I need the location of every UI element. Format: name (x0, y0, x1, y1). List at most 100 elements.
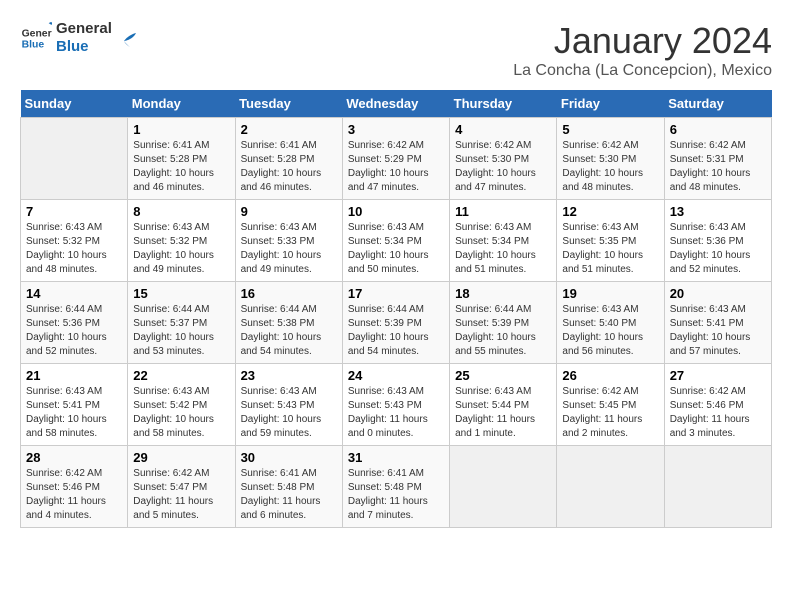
day-info: Sunrise: 6:41 AMSunset: 5:48 PMDaylight:… (348, 467, 444, 523)
calendar-cell: 12Sunrise: 6:43 AMSunset: 5:35 PMDayligh… (557, 200, 664, 282)
calendar-cell: 11Sunrise: 6:43 AMSunset: 5:34 PMDayligh… (450, 200, 557, 282)
header-monday: Monday (128, 90, 235, 118)
logo: General Blue General Blue (20, 20, 138, 56)
header-wednesday: Wednesday (342, 90, 449, 118)
page-header: General Blue General Blue January 2024 L… (20, 20, 772, 80)
day-info: Sunrise: 6:42 AMSunset: 5:30 PMDaylight:… (562, 139, 658, 195)
day-info: Sunrise: 6:44 AMSunset: 5:38 PMDaylight:… (241, 303, 337, 359)
calendar-cell: 21 Sunrise: 6:43 AMSunset: 5:41 PMDayligh… (21, 364, 128, 446)
calendar-cell: 24 Sunrise: 6:43 AMSunset: 5:43 PMDayligh… (342, 364, 449, 446)
calendar-cell: 14Sunrise: 6:44 AMSunset: 5:36 PMDayligh… (21, 282, 128, 364)
day-number: 20 (670, 286, 766, 301)
calendar-cell: 3 Sunrise: 6:42 AMSunset: 5:29 PMDaylight… (342, 118, 449, 200)
calendar-cell: 20Sunrise: 6:43 AMSunset: 5:41 PMDayligh… (664, 282, 771, 364)
day-info: Sunrise: 6:42 AMSunset: 5:30 PMDaylight:… (455, 139, 551, 195)
day-number: 23 (241, 368, 337, 383)
calendar-cell: 23 Sunrise: 6:43 AMSunset: 5:43 PMDayligh… (235, 364, 342, 446)
day-info: Sunrise: 6:44 AMSunset: 5:39 PMDaylight:… (455, 303, 551, 359)
header-friday: Friday (557, 90, 664, 118)
day-info: Sunrise: 6:41 AMSunset: 5:28 PMDaylight:… (241, 139, 337, 195)
logo-general: General (56, 20, 112, 38)
calendar-cell: 18Sunrise: 6:44 AMSunset: 5:39 PMDayligh… (450, 282, 557, 364)
calendar-cell: 17 Sunrise: 6:44 AMSunset: 5:39 PMDayligh… (342, 282, 449, 364)
day-number: 16 (241, 286, 337, 301)
day-info: Sunrise: 6:42 AMSunset: 5:46 PMDaylight:… (670, 385, 766, 441)
svg-text:General: General (22, 28, 52, 39)
day-info: Sunrise: 6:42 AMSunset: 5:31 PMDaylight:… (670, 139, 766, 195)
day-info: Sunrise: 6:43 AMSunset: 5:33 PMDaylight:… (241, 221, 337, 277)
day-number: 24 (348, 368, 444, 383)
calendar-cell: 26 Sunrise: 6:42 AMSunset: 5:45 PMDayligh… (557, 364, 664, 446)
day-info: Sunrise: 6:43 AMSunset: 5:35 PMDaylight:… (562, 221, 658, 277)
calendar-week-row: 21 Sunrise: 6:43 AMSunset: 5:41 PMDayligh… (21, 364, 772, 446)
calendar-header-row: Sunday Monday Tuesday Wednesday Thursday… (21, 90, 772, 118)
day-number: 9 (241, 204, 337, 219)
calendar-cell: 1 Sunrise: 6:41 AMSunset: 5:28 PMDaylight… (128, 118, 235, 200)
day-info: Sunrise: 6:43 AMSunset: 5:43 PMDaylight:… (241, 385, 337, 441)
day-number: 29 (133, 450, 229, 465)
day-info: Sunrise: 6:43 AMSunset: 5:36 PMDaylight:… (670, 221, 766, 277)
day-info: Sunrise: 6:43 AMSunset: 5:34 PMDaylight:… (455, 221, 551, 277)
logo-blue: Blue (56, 38, 112, 56)
day-number: 25 (455, 368, 551, 383)
calendar-week-row: 7 Sunrise: 6:43 AMSunset: 5:32 PMDaylight… (21, 200, 772, 282)
day-number: 26 (562, 368, 658, 383)
day-number: 8 (133, 204, 229, 219)
day-number: 17 (348, 286, 444, 301)
calendar-cell: 7Sunrise: 6:43 AMSunset: 5:32 PMDaylight… (21, 200, 128, 282)
day-number: 31 (348, 450, 444, 465)
day-info: Sunrise: 6:43 AMSunset: 5:41 PMDaylight:… (26, 385, 122, 441)
calendar-cell: 22Sunrise: 6:43 AMSunset: 5:42 PMDayligh… (128, 364, 235, 446)
day-number: 4 (455, 122, 551, 137)
day-number: 2 (241, 122, 337, 137)
day-info: Sunrise: 6:42 AMSunset: 5:46 PMDaylight:… (26, 467, 122, 523)
day-number: 3 (348, 122, 444, 137)
calendar-cell: 27Sunrise: 6:42 AMSunset: 5:46 PMDayligh… (664, 364, 771, 446)
day-number: 22 (133, 368, 229, 383)
calendar-title: January 2024 (513, 20, 772, 62)
calendar-cell: 6 Sunrise: 6:42 AMSunset: 5:31 PMDaylight… (664, 118, 771, 200)
day-number: 21 (26, 368, 122, 383)
calendar-week-row: 1 Sunrise: 6:41 AMSunset: 5:28 PMDaylight… (21, 118, 772, 200)
calendar-cell: 19 Sunrise: 6:43 AMSunset: 5:40 PMDayligh… (557, 282, 664, 364)
calendar-week-row: 28 Sunrise: 6:42 AMSunset: 5:46 PMDayligh… (21, 446, 772, 528)
day-number: 1 (133, 122, 229, 137)
svg-text:Blue: Blue (22, 40, 45, 51)
day-info: Sunrise: 6:43 AMSunset: 5:43 PMDaylight:… (348, 385, 444, 441)
day-number: 28 (26, 450, 122, 465)
calendar-week-row: 14Sunrise: 6:44 AMSunset: 5:36 PMDayligh… (21, 282, 772, 364)
day-number: 19 (562, 286, 658, 301)
day-number: 15 (133, 286, 229, 301)
day-info: Sunrise: 6:41 AMSunset: 5:28 PMDaylight:… (133, 139, 229, 195)
day-info: Sunrise: 6:42 AMSunset: 5:45 PMDaylight:… (562, 385, 658, 441)
day-number: 7 (26, 204, 122, 219)
header-sunday: Sunday (21, 90, 128, 118)
day-number: 14 (26, 286, 122, 301)
calendar-cell: 10Sunrise: 6:43 AMSunset: 5:34 PMDayligh… (342, 200, 449, 282)
day-number: 5 (562, 122, 658, 137)
calendar-cell: 13 Sunrise: 6:43 AMSunset: 5:36 PMDayligh… (664, 200, 771, 282)
calendar-cell (664, 446, 771, 528)
calendar-subtitle: La Concha (La Concepcion), Mexico (513, 62, 772, 80)
day-info: Sunrise: 6:44 AMSunset: 5:37 PMDaylight:… (133, 303, 229, 359)
logo-icon: General Blue (20, 22, 52, 54)
day-info: Sunrise: 6:43 AMSunset: 5:40 PMDaylight:… (562, 303, 658, 359)
calendar-cell: 8 Sunrise: 6:43 AMSunset: 5:32 PMDaylight… (128, 200, 235, 282)
day-info: Sunrise: 6:42 AMSunset: 5:29 PMDaylight:… (348, 139, 444, 195)
calendar-cell (557, 446, 664, 528)
day-info: Sunrise: 6:43 AMSunset: 5:34 PMDaylight:… (348, 221, 444, 277)
calendar-cell: 9 Sunrise: 6:43 AMSunset: 5:33 PMDaylight… (235, 200, 342, 282)
calendar-cell: 15 Sunrise: 6:44 AMSunset: 5:37 PMDayligh… (128, 282, 235, 364)
day-info: Sunrise: 6:43 AMSunset: 5:32 PMDaylight:… (133, 221, 229, 277)
calendar-cell: 16 Sunrise: 6:44 AMSunset: 5:38 PMDayligh… (235, 282, 342, 364)
day-number: 13 (670, 204, 766, 219)
day-info: Sunrise: 6:42 AMSunset: 5:47 PMDaylight:… (133, 467, 229, 523)
day-number: 6 (670, 122, 766, 137)
title-section: January 2024 La Concha (La Concepcion), … (513, 20, 772, 80)
day-info: Sunrise: 6:44 AMSunset: 5:39 PMDaylight:… (348, 303, 444, 359)
calendar-cell: 4 Sunrise: 6:42 AMSunset: 5:30 PMDaylight… (450, 118, 557, 200)
calendar-cell (21, 118, 128, 200)
calendar-cell: 5 Sunrise: 6:42 AMSunset: 5:30 PMDaylight… (557, 118, 664, 200)
calendar-cell: 28 Sunrise: 6:42 AMSunset: 5:46 PMDayligh… (21, 446, 128, 528)
header-saturday: Saturday (664, 90, 771, 118)
